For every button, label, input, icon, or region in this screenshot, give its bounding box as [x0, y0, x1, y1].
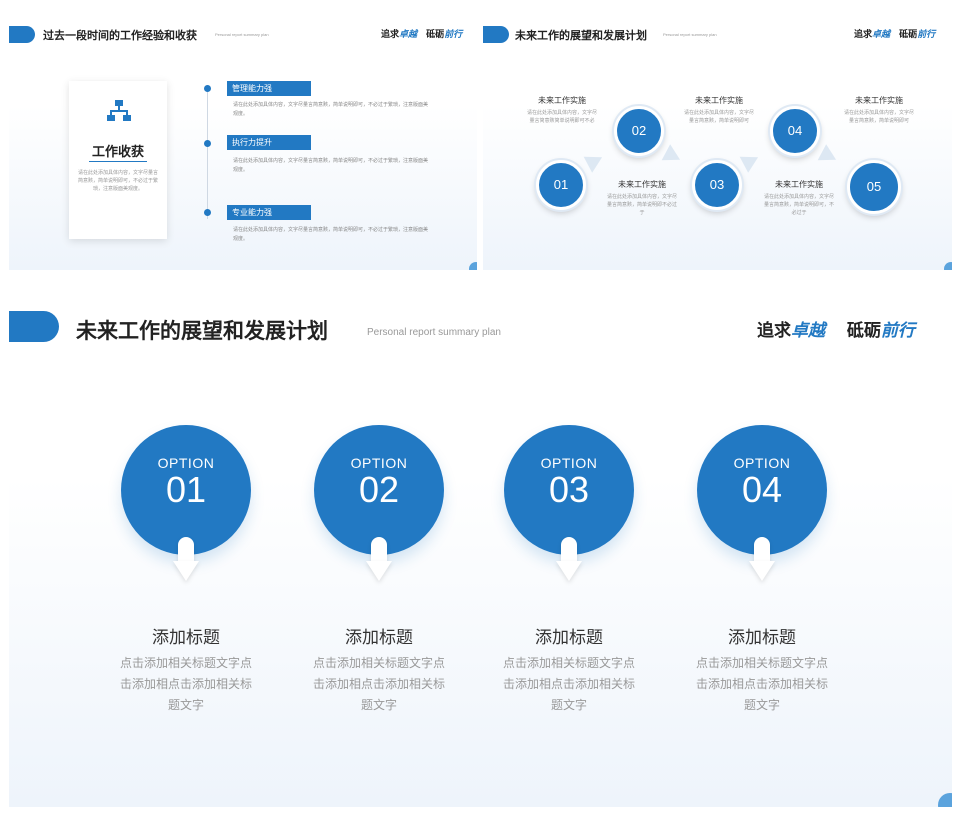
step-text: 请在此处添加具体内容，文字尽量言简意赅，简单说明即可	[683, 110, 754, 124]
step-circle-02: 02	[614, 106, 664, 156]
work-gains-card: 工作收获 请在此处添加具体内容，文字尽量言简意赅，简单说明即可，不必过于繁琐，注…	[69, 81, 167, 239]
step-label: 未来工作实施	[695, 96, 743, 105]
step-label: 未来工作实施	[775, 180, 823, 189]
header-tab-decoration	[9, 311, 59, 342]
header-tab-decoration	[9, 26, 35, 43]
timeline-dot	[204, 140, 211, 147]
slide-subtitle: Personal report summary plan	[215, 32, 269, 37]
option-circle-04: OPTION 04	[697, 425, 827, 555]
step-text: 请在此处添加具体内容，文字尽量言简意赅，简单说明即可	[843, 110, 914, 124]
slide-title: 过去一段时间的工作经验和收获	[43, 29, 197, 42]
step-circle-05: 05	[847, 160, 901, 214]
slide-title: 未来工作的展望和发展计划	[515, 29, 647, 42]
item-label-ribbon: 专业能力强	[227, 205, 311, 220]
step-circle-01: 01	[536, 160, 586, 210]
option-title: 添加标题	[535, 628, 603, 648]
step-text: 请在此处添加具体内容，文字尽量言简意赅，简单说明即可，不必过于	[763, 194, 834, 216]
timeline-dot	[204, 209, 211, 216]
slide-future-plan-options[interactable]: 未来工作的展望和发展计划 Personal report summary pla…	[9, 299, 952, 807]
option-title: 添加标题	[152, 628, 220, 648]
option-text: 点击添加相关标题文字点击添加相点击添加相关标题文字	[312, 656, 445, 712]
flow-arrow-icon	[817, 144, 841, 168]
option-circle-01: OPTION 01	[121, 425, 251, 555]
down-arrow-icon	[371, 537, 387, 563]
corner-decoration	[469, 262, 477, 270]
option-circle-02: OPTION 02	[314, 425, 444, 555]
step-label: 未来工作实施	[618, 180, 666, 189]
slogan: 追求卓越 砥砺前行	[757, 321, 915, 341]
down-arrow-icon	[178, 537, 194, 563]
step-text: 请在此处添加具体内容，文字尽量言简意赅，简单说明即不必过于	[606, 194, 677, 216]
item-text: 请在此处添加具体内容，文字尽量言简意赅，简单说明即可，不必过于繁琐，注意版面美观…	[233, 227, 429, 242]
option-number: 04	[741, 469, 783, 510]
down-arrow-head-icon	[366, 561, 392, 581]
slogan: 追求卓越 砥砺前行	[854, 30, 936, 40]
down-arrow-icon	[754, 537, 770, 563]
down-arrow-head-icon	[173, 561, 199, 581]
step-circle-04: 04	[770, 106, 820, 156]
step-text: 请在此处添加具体内容，文字尽量言简意赅简单说明即可不必	[526, 110, 597, 124]
slide-future-plan-steps[interactable]: 未来工作的展望和发展计划 Personal report summary pla…	[483, 17, 952, 270]
step-label: 未来工作实施	[855, 96, 903, 105]
option-number: 01	[165, 469, 207, 510]
flow-arrow-icon	[661, 144, 685, 168]
card-divider	[89, 161, 147, 162]
option-circle-03: OPTION 03	[504, 425, 634, 555]
flow-arrow-icon	[739, 149, 763, 173]
card-text: 请在此处添加具体内容，文字尽量言简意赅，简单说明即可，不必过于繁琐，注意版面美观…	[77, 170, 158, 192]
slide-subtitle: Personal report summary plan	[367, 327, 501, 338]
corner-decoration	[944, 262, 952, 270]
down-arrow-icon	[561, 537, 577, 563]
slide-work-experience[interactable]: 过去一段时间的工作经验和收获 Personal report summary p…	[9, 17, 477, 270]
option-number: 03	[548, 469, 590, 510]
card-title: 工作收获	[91, 145, 144, 160]
slogan: 追求卓越 砥砺前行	[381, 30, 463, 40]
step-circle-03: 03	[692, 160, 742, 210]
option-title: 添加标题	[345, 628, 413, 648]
item-text: 请在此处添加具体内容，文字尽量言简意赅，简单说明即可，不必过于繁琐，注意版面美观…	[233, 102, 429, 117]
slide-title: 未来工作的展望和发展计划	[76, 319, 328, 343]
option-title: 添加标题	[728, 628, 796, 648]
timeline-dot	[204, 85, 211, 92]
option-text: 点击添加相关标题文字点击添加相点击添加相关标题文字	[502, 656, 635, 712]
timeline-line	[207, 85, 208, 219]
option-text: 点击添加相关标题文字点击添加相点击添加相关标题文字	[119, 656, 252, 712]
item-text: 请在此处添加具体内容，文字尽量言简意赅，简单说明即可，不必过于繁琐，注意版面美观…	[233, 158, 429, 173]
slide-subtitle: Personal report summary plan	[663, 32, 717, 37]
item-label-ribbon: 执行力提升	[227, 135, 311, 150]
corner-decoration	[938, 793, 952, 807]
header-tab-decoration	[483, 26, 509, 43]
item-label-ribbon: 管理能力强	[227, 81, 311, 96]
down-arrow-head-icon	[556, 561, 582, 581]
option-text: 点击添加相关标题文字点击添加相点击添加相关标题文字	[695, 656, 828, 712]
org-chart-icon	[107, 100, 131, 121]
down-arrow-head-icon	[749, 561, 775, 581]
flow-arrow-icon	[583, 149, 607, 173]
option-number: 02	[358, 469, 400, 510]
step-label: 未来工作实施	[538, 96, 586, 105]
